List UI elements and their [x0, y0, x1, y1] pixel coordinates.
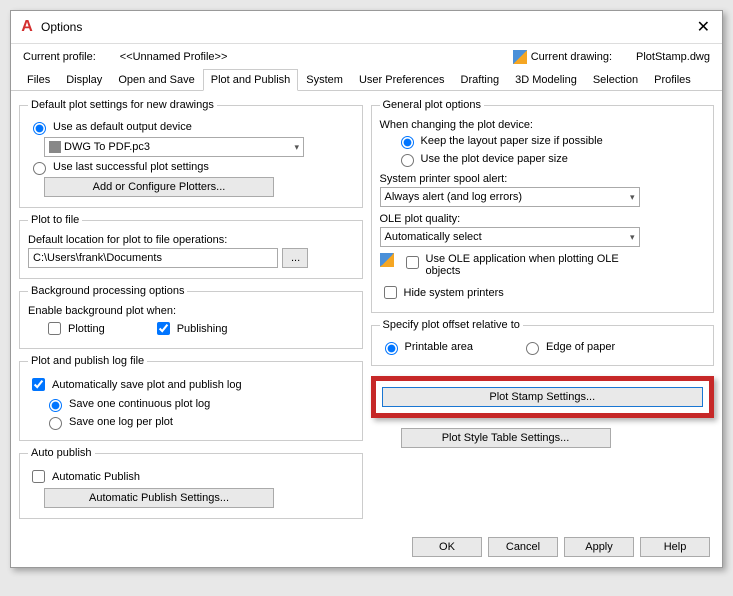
background-processing-legend: Background processing options — [28, 285, 187, 297]
use-ole-app-label: Use OLE application when plotting OLE ob… — [426, 253, 646, 277]
chevron-down-icon: ▾ — [294, 142, 299, 153]
current-profile-name: <<Unnamed Profile>> — [120, 51, 228, 63]
use-last-successful-radio[interactable] — [33, 162, 46, 175]
window-title: Options — [41, 20, 82, 34]
plot-stamp-settings-button[interactable]: Plot Stamp Settings... — [382, 387, 704, 407]
tab-drafting[interactable]: Drafting — [453, 69, 508, 91]
plot-offset-group: Specify plot offset relative to Printabl… — [371, 319, 715, 366]
current-drawing-name: PlotStamp.dwg — [636, 51, 710, 63]
app-logo-icon: A — [19, 19, 35, 35]
dwg-icon — [380, 253, 394, 267]
one-log-per-plot-radio[interactable] — [49, 417, 62, 430]
content-area: Default plot settings for new drawings U… — [11, 91, 722, 527]
use-default-output-label: Use as default output device — [53, 121, 192, 133]
options-dialog: A Options ✕ Current profile: <<Unnamed P… — [10, 10, 723, 568]
hide-system-printers-label: Hide system printers — [404, 287, 504, 299]
spool-alert-value: Always alert (and log errors) — [385, 191, 627, 203]
plot-to-file-group: Plot to file Default location for plot t… — [19, 214, 363, 279]
highlight-annotation: Plot Stamp Settings... — [371, 376, 715, 418]
use-ole-app-checkbox[interactable] — [406, 256, 419, 269]
apply-button[interactable]: Apply — [564, 537, 634, 557]
automatic-publish-settings-button[interactable]: Automatic Publish Settings... — [44, 488, 274, 508]
tab-open-and-save[interactable]: Open and Save — [110, 69, 202, 91]
tab-user-preferences[interactable]: User Preferences — [351, 69, 453, 91]
titlebar: A Options ✕ — [11, 11, 722, 44]
keep-layout-size-radio[interactable] — [401, 136, 414, 149]
publishing-checkbox[interactable] — [157, 322, 170, 335]
ole-quality-label: OLE plot quality: — [380, 213, 461, 225]
tab-3d-modeling[interactable]: 3D Modeling — [507, 69, 585, 91]
default-plot-legend: Default plot settings for new drawings — [28, 99, 217, 111]
plotting-checkbox[interactable] — [48, 322, 61, 335]
use-last-successful-label: Use last successful plot settings — [53, 161, 209, 173]
output-device-value: DWG To PDF.pc3 — [64, 141, 291, 153]
one-log-per-plot-label: Save one log per plot — [69, 416, 173, 428]
hide-system-printers-checkbox[interactable] — [384, 286, 397, 299]
keep-layout-size-label: Keep the layout paper size if possible — [421, 135, 603, 147]
chevron-down-icon: ▾ — [630, 232, 635, 243]
edge-of-paper-radio[interactable] — [526, 342, 539, 355]
automatic-publish-label: Automatic Publish — [52, 471, 140, 483]
one-continuous-log-radio[interactable] — [49, 399, 62, 412]
browse-button[interactable]: ... — [282, 248, 308, 268]
current-drawing-label: Current drawing: — [531, 51, 612, 63]
auto-save-log-checkbox[interactable] — [32, 378, 45, 391]
general-plot-group: General plot options When changing the p… — [371, 99, 715, 313]
auto-publish-group: Auto publish Automatic Publish Automatic… — [19, 447, 363, 519]
plot-style-table-settings-button[interactable]: Plot Style Table Settings... — [401, 428, 611, 448]
tab-bar: Files Display Open and Save Plot and Pub… — [11, 68, 722, 91]
auto-save-log-label: Automatically save plot and publish log — [52, 379, 242, 391]
spool-alert-select[interactable]: Always alert (and log errors) ▾ — [380, 187, 640, 207]
printable-area-label: Printable area — [405, 341, 474, 353]
tab-system[interactable]: System — [298, 69, 351, 91]
ok-button[interactable]: OK — [412, 537, 482, 557]
add-configure-plotters-button[interactable]: Add or Configure Plotters... — [44, 177, 274, 197]
plot-offset-legend: Specify plot offset relative to — [380, 319, 523, 331]
plot-to-file-label: Default location for plot to file operat… — [28, 234, 227, 246]
chevron-down-icon: ▾ — [630, 192, 635, 203]
printer-icon — [49, 141, 61, 153]
use-device-size-radio[interactable] — [401, 154, 414, 167]
one-continuous-log-label: Save one continuous plot log — [69, 398, 210, 410]
change-device-label: When changing the plot device: — [380, 119, 534, 131]
general-plot-legend: General plot options — [380, 99, 484, 111]
cancel-button[interactable]: Cancel — [488, 537, 558, 557]
auto-publish-legend: Auto publish — [28, 447, 95, 459]
use-default-output-radio[interactable] — [33, 122, 46, 135]
ole-quality-select[interactable]: Automatically select ▾ — [380, 227, 640, 247]
tab-files[interactable]: Files — [19, 69, 58, 91]
tab-selection[interactable]: Selection — [585, 69, 646, 91]
profile-row: Current profile: <<Unnamed Profile>> Cur… — [11, 44, 722, 68]
edge-of-paper-label: Edge of paper — [546, 341, 615, 353]
automatic-publish-checkbox[interactable] — [32, 470, 45, 483]
tab-plot-and-publish[interactable]: Plot and Publish — [203, 69, 299, 91]
background-processing-group: Background processing options Enable bac… — [19, 285, 363, 349]
log-file-legend: Plot and publish log file — [28, 355, 147, 367]
left-column: Default plot settings for new drawings U… — [19, 99, 363, 519]
plot-to-file-legend: Plot to file — [28, 214, 82, 226]
publishing-label: Publishing — [177, 323, 228, 335]
printable-area-radio[interactable] — [385, 342, 398, 355]
enable-bg-plot-label: Enable background plot when: — [28, 305, 176, 317]
tab-display[interactable]: Display — [58, 69, 110, 91]
use-device-size-label: Use the plot device paper size — [421, 153, 568, 165]
dwg-icon — [513, 50, 527, 64]
current-profile-label: Current profile: — [23, 51, 96, 63]
ole-quality-value: Automatically select — [385, 231, 627, 243]
log-file-group: Plot and publish log file Automatically … — [19, 355, 363, 441]
plot-to-file-path-input[interactable] — [28, 248, 278, 268]
tab-profiles[interactable]: Profiles — [646, 69, 699, 91]
plotting-label: Plotting — [68, 323, 105, 335]
spool-alert-label: System printer spool alert: — [380, 173, 508, 185]
help-button[interactable]: Help — [640, 537, 710, 557]
default-plot-group: Default plot settings for new drawings U… — [19, 99, 363, 208]
close-icon[interactable]: ✕ — [693, 17, 714, 37]
right-column: General plot options When changing the p… — [371, 99, 715, 519]
output-device-select[interactable]: DWG To PDF.pc3 ▾ — [44, 137, 304, 157]
dialog-footer: OK Cancel Apply Help — [11, 527, 722, 567]
